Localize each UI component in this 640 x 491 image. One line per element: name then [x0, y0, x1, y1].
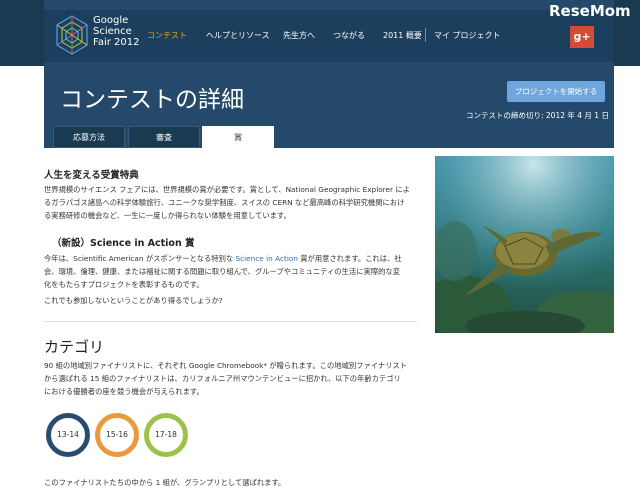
science-fair-logo-icon[interactable] — [54, 14, 90, 56]
prize-line-2: るガラパゴス諸島への科学体験旅行、ユニークな奨学制度、スイスの CERN など最… — [44, 198, 405, 207]
google-plus-icon[interactable]: g+ — [570, 26, 594, 48]
section-divider — [44, 321, 417, 322]
sia-line-1-pre: 今年は、Scientific American がスポンサーとなる特別な — [44, 254, 236, 263]
age-group-13-14: 13-14 — [46, 413, 90, 457]
sia-line-2: 会、環境、倫理、健康、または福祉に関する問題に取り組んで、グループやコミュニティ… — [44, 267, 401, 276]
prize-line-1: 世界規模のサイエンス フェアには、世界規模の賞が必要です。賞として、Nation… — [44, 185, 410, 194]
nav-teachers[interactable]: 先生方へ — [283, 30, 315, 41]
nav-2011-overview[interactable]: 2011 概要 — [383, 30, 422, 41]
grand-prize-note: このファイナリストたちの中から 1 組が、グランプリとして選ばれます。 — [44, 478, 286, 487]
science-in-action-heading: （新設）Science in Action 賞 — [52, 238, 195, 249]
logo-line-2: Science — [93, 26, 132, 37]
prize-line-3: る実務研修の機会など、一生に一度しか得られない体験を用意しています。 — [44, 211, 291, 220]
nav-connect[interactable]: つながる — [333, 30, 365, 41]
contest-deadline: コンテストの締め切り: 2012 年 4 月 1 日 — [466, 111, 609, 120]
nav-contest[interactable]: コンテスト — [147, 30, 187, 41]
science-in-action-paragraph: 今年は、Scientific American がスポンサーとなる特別な Sci… — [44, 252, 402, 291]
logo-line-1: Google — [93, 15, 129, 26]
category-line-3: における優勝者の座を競う機会が与えられます。 — [44, 387, 204, 396]
category-heading: カテゴリ — [44, 338, 105, 356]
age-group-17-18: 17-18 — [144, 413, 188, 457]
sia-line-1-post: 賞が用意されます。これは、社 — [297, 254, 402, 263]
tab-how-to-apply[interactable]: 応募方法 — [53, 126, 125, 148]
tab-prizes[interactable]: 賞 — [202, 126, 274, 148]
start-project-button[interactable]: プロジェクトを開始する — [507, 81, 605, 102]
nav-divider — [425, 28, 426, 42]
sia-question: これでも参加しないということがあり得るでしょうか? — [44, 296, 223, 305]
age-group-15-16: 15-16 — [95, 413, 139, 457]
category-line-1: 90 組の地域別ファイナリストに、それぞれ Google Chromebook*… — [44, 361, 408, 370]
tab-judging[interactable]: 審査 — [128, 126, 200, 148]
sea-turtle-photo — [435, 156, 614, 333]
category-line-2: から選ばれる 15 組のファイナリストは、カリフォルニア州マウンテンビューに招か… — [44, 374, 401, 383]
prize-heading: 人生を変える受賞特典 — [44, 170, 139, 181]
logo-line-3: Fair 2012 — [93, 37, 140, 48]
sia-line-3: 化をもたらすプロジェクトを表彰するものです。 — [44, 280, 204, 289]
nav-my-project[interactable]: マイ プロジェクト — [434, 30, 501, 41]
page-title: コンテストの詳細 — [60, 87, 244, 113]
sia-line-1: 今年は、Scientific American がスポンサーとなる特別な Sci… — [44, 252, 402, 265]
resemom-watermark: ReseMom — [549, 2, 631, 20]
logo-text[interactable]: Google Science Fair 2012 — [93, 15, 139, 48]
category-paragraph: 90 組の地域別ファイナリストに、それぞれ Google Chromebook*… — [44, 359, 407, 398]
science-in-action-link[interactable]: Science in Action — [236, 254, 298, 263]
nav-help-resources[interactable]: ヘルプとリソース — [206, 30, 270, 41]
prize-paragraph: 世界規模のサイエンス フェアには、世界規模の賞が必要です。賞として、Nation… — [44, 183, 410, 222]
